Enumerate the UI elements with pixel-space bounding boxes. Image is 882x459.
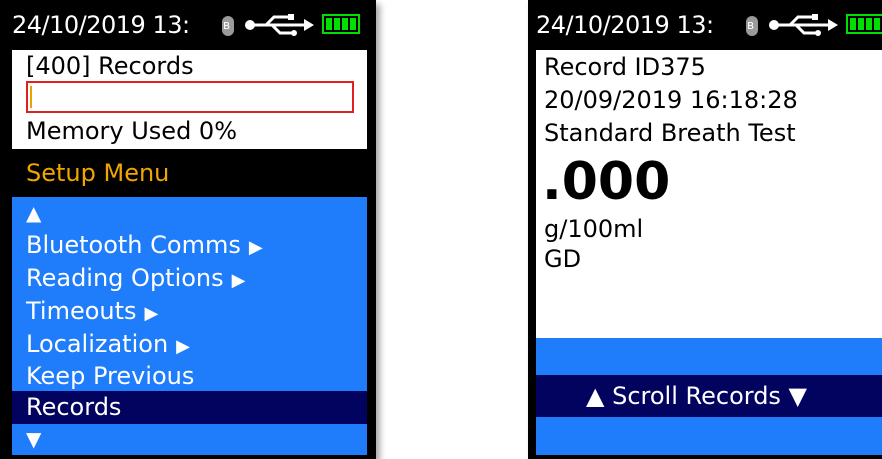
- status-datetime: 24/10/2019 13:: [12, 11, 190, 39]
- memory-used-label: Memory Used 0%: [26, 117, 238, 145]
- menu-item-label: Timeouts: [26, 297, 137, 325]
- menu-item-keep-previous[interactable]: Keep Previous: [12, 360, 367, 393]
- bluetooth-icon: [222, 0, 234, 50]
- left-device-screen: 24/10/2019 13: [400] Records Memory Used…: [0, 0, 376, 459]
- record-datetime: 20/09/2019 16:18:28: [544, 86, 798, 114]
- record-id: Record ID375: [544, 53, 706, 81]
- scroll-down-button[interactable]: ▼: [12, 423, 367, 456]
- test-type: Standard Breath Test: [544, 119, 796, 147]
- menu-item-label: Reading Options: [26, 264, 224, 292]
- chevron-right-icon: ▶: [248, 237, 263, 258]
- usb-icon: [769, 14, 838, 36]
- status-bar: 24/10/2019 13:: [528, 0, 882, 50]
- menu-item-label: Records: [26, 393, 122, 421]
- menu-item-label: Localization: [26, 330, 169, 358]
- menu-item-label: Bluetooth Comms: [26, 231, 241, 259]
- chevron-right-icon: ▶: [144, 303, 159, 324]
- scroll-down-icon: ▼: [26, 427, 42, 451]
- battery-icon: [846, 14, 882, 34]
- menu-item-localization[interactable]: Localization ▶: [12, 328, 367, 361]
- records-panel: [400] Records Memory Used 0%: [12, 50, 367, 149]
- menu-title-band: Setup Menu: [12, 149, 367, 197]
- reading-unit: g/100ml: [544, 215, 644, 243]
- record-detail-panel: Record ID375 20/09/2019 16:18:28 Standar…: [536, 50, 882, 338]
- menu-item-records[interactable]: Records: [12, 391, 367, 424]
- right-device-screen: 24/10/2019 13: Record ID375 20/09/2019 1…: [528, 0, 882, 459]
- records-count-label: [400] Records: [26, 52, 194, 80]
- bluetooth-icon: [746, 0, 758, 50]
- menu-item-reading-options[interactable]: Reading Options ▶: [12, 262, 367, 295]
- usb-icon: [245, 14, 314, 36]
- status-datetime: 24/10/2019 13:: [536, 11, 714, 39]
- chevron-right-icon: ▶: [231, 270, 246, 291]
- scroll-records-label: ▲ Scroll Records ▼: [586, 382, 808, 410]
- menu-item-label: Keep Previous: [26, 362, 195, 390]
- setup-menu-list: ▲ Bluetooth Comms ▶ Reading Options ▶ Time…: [12, 197, 367, 455]
- scroll-up-icon: ▲: [26, 201, 42, 225]
- scroll-up-button[interactable]: ▲: [12, 197, 367, 230]
- status-bar: 24/10/2019 13:: [0, 0, 376, 50]
- menu-item-bluetooth-comms[interactable]: Bluetooth Comms ▶: [12, 229, 367, 262]
- chevron-right-icon: ▶: [176, 336, 190, 357]
- battery-icon: [322, 14, 360, 34]
- operator-initials: GD: [544, 245, 582, 273]
- memory-progress-bar: [26, 81, 354, 113]
- reading-value: .000: [542, 152, 671, 212]
- menu-item-timeouts[interactable]: Timeouts ▶: [12, 295, 367, 328]
- scroll-records-bar[interactable]: ▲ Scroll Records ▼: [536, 375, 882, 417]
- menu-title: Setup Menu: [26, 159, 170, 187]
